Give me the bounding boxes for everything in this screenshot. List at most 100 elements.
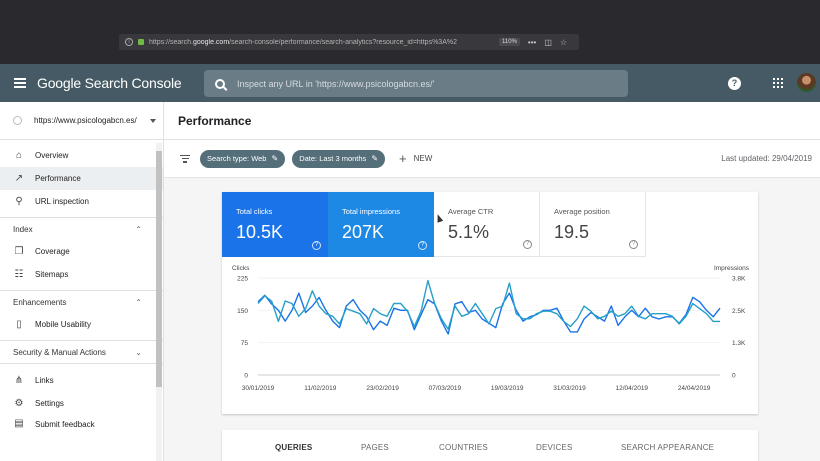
apps-grid-icon[interactable] bbox=[773, 78, 783, 88]
metric-value: 19.5 bbox=[554, 222, 590, 242]
help-icon[interactable]: ? bbox=[523, 240, 532, 249]
sidebar-item-sitemaps[interactable]: ☷ Sitemaps bbox=[0, 263, 163, 286]
new-label: NEW bbox=[413, 154, 433, 163]
trend-icon: ↗ bbox=[14, 172, 24, 184]
chip-label: Search type: Web bbox=[207, 154, 267, 163]
zoom-level[interactable]: 110% bbox=[499, 38, 520, 46]
tab-devices[interactable]: DEVICES bbox=[536, 443, 573, 452]
metric-label: Total impressions bbox=[342, 207, 400, 216]
feedback-icon: ▤ bbox=[14, 418, 24, 429]
sidebar-scrollbar[interactable] bbox=[156, 143, 162, 461]
metric-value: 10.5K bbox=[236, 222, 284, 242]
y-tick-right: 3.8K bbox=[732, 276, 746, 283]
performance-chart-card: Total clicks 10.5K ? Total impressions 2… bbox=[222, 192, 758, 414]
property-url: https://www.psicologabcn.es/ bbox=[34, 116, 137, 125]
y-tick-right: 0 bbox=[732, 373, 736, 380]
home-icon: ⌂ bbox=[15, 149, 23, 161]
copy-icon: ❐ bbox=[14, 245, 24, 257]
chevron-up-icon: ⌃ bbox=[135, 224, 142, 234]
x-tick-label: 31/03/2019 bbox=[553, 385, 586, 392]
bookmark-star-icon[interactable]: ☆ bbox=[560, 38, 567, 47]
browser-toolbar: i https://search.google.com/search-conso… bbox=[0, 0, 820, 64]
help-icon[interactable]: ? bbox=[629, 240, 638, 249]
plus-icon: + bbox=[399, 151, 407, 166]
tab-countries[interactable]: COUNTRIES bbox=[439, 443, 488, 452]
filter-icon[interactable] bbox=[180, 154, 190, 163]
chevron-down-icon: ⌄ bbox=[135, 347, 142, 357]
more-actions-icon[interactable]: ••• bbox=[528, 38, 536, 47]
search-icon: ⚲ bbox=[15, 195, 23, 207]
help-icon[interactable]: ? bbox=[728, 77, 741, 90]
series-line-1 bbox=[257, 279, 720, 330]
property-selector[interactable]: https://www.psicologabcn.es/ bbox=[0, 102, 163, 140]
tab-pages[interactable]: PAGES bbox=[361, 443, 389, 452]
search-icon bbox=[215, 78, 225, 89]
search-type-chip[interactable]: Search type: Web ✎ bbox=[200, 149, 286, 168]
sidebar-item-mobile-usability[interactable]: ▯ Mobile Usability bbox=[0, 313, 163, 336]
tab-search-appearance[interactable]: SEARCH APPEARANCE bbox=[621, 443, 714, 452]
y-axis-left-title: Clicks bbox=[232, 265, 250, 272]
edit-icon: ✎ bbox=[271, 154, 279, 163]
metric-average-ctr[interactable]: Average CTR 5.1% ? bbox=[434, 192, 540, 257]
sidebar: https://www.psicologabcn.es/ ⌂ Overview … bbox=[0, 102, 164, 461]
url-text[interactable]: https://search.google.com/search-console… bbox=[149, 39, 469, 46]
search-input[interactable]: Inspect any URL in 'https://www.psicolog… bbox=[237, 79, 434, 89]
site-favicon-icon bbox=[13, 116, 22, 125]
metric-total-impressions[interactable]: Total impressions 207K ? bbox=[328, 192, 434, 257]
avatar[interactable] bbox=[797, 73, 816, 92]
lock-icon bbox=[138, 39, 144, 45]
menu-icon[interactable] bbox=[14, 78, 26, 88]
sidebar-item-label: Performance bbox=[35, 174, 81, 183]
section-label: Index bbox=[13, 224, 33, 234]
metric-label: Total clicks bbox=[236, 207, 273, 216]
metric-total-clicks[interactable]: Total clicks 10.5K ? bbox=[222, 192, 328, 257]
x-tick-label: 11/02/2019 bbox=[304, 385, 336, 392]
sidebar-item-label: Mobile Usability bbox=[35, 320, 92, 329]
phone-icon: ▯ bbox=[16, 318, 22, 330]
sidebar-item-links[interactable]: ⋔ Links bbox=[0, 369, 163, 392]
app-header: Google Search Console Inspect any URL in… bbox=[0, 64, 820, 102]
sidebar-item-coverage[interactable]: ❐ Coverage bbox=[0, 240, 163, 263]
sidebar-item-feedback[interactable]: ▤ Submit feedback bbox=[0, 415, 163, 430]
page-header: Performance bbox=[164, 102, 820, 140]
x-tick-label: 07/03/2019 bbox=[429, 385, 462, 392]
section-enhancements[interactable]: Enhancements ⌃ bbox=[0, 290, 163, 313]
y-tick-left: 225 bbox=[237, 276, 248, 283]
sidebar-item-label: URL inspection bbox=[35, 197, 89, 206]
sidebar-item-label: Sitemaps bbox=[35, 270, 69, 279]
app-logo[interactable]: Google Search Console bbox=[37, 75, 182, 91]
x-tick-label: 12/04/2019 bbox=[616, 385, 649, 392]
sidebar-item-settings[interactable]: ⚙ Settings bbox=[0, 392, 163, 415]
sidebar-item-label: Overview bbox=[35, 151, 69, 160]
edit-icon: ✎ bbox=[371, 154, 379, 163]
chip-label: Date: Last 3 months bbox=[299, 154, 367, 163]
performance-line-chart[interactable]: Clicks Impressions 225 3.8K 150 2.5K 75 1.3K 0 0 3… bbox=[222, 262, 758, 402]
sidebar-item-performance[interactable]: ↗ Performance bbox=[0, 167, 163, 190]
y-tick-left: 0 bbox=[244, 373, 248, 380]
help-icon[interactable]: ? bbox=[418, 241, 427, 250]
date-chip[interactable]: Date: Last 3 months ✎ bbox=[292, 149, 386, 168]
info-icon[interactable]: i bbox=[125, 38, 133, 46]
chevron-down-icon bbox=[149, 118, 156, 123]
y-axis-right-title: Impressions bbox=[714, 265, 750, 272]
metric-label: Average CTR bbox=[448, 207, 494, 216]
tab-queries[interactable]: QUERIES bbox=[275, 443, 312, 452]
main-content: Performance Search type: Web ✎ Date: Last… bbox=[164, 102, 820, 461]
metric-average-position[interactable]: Average position 19.5 ? bbox=[540, 192, 646, 257]
help-icon[interactable]: ? bbox=[312, 241, 321, 250]
section-label: Security & Manual Actions bbox=[13, 347, 106, 357]
new-filter-button[interactable]: + NEW bbox=[399, 151, 432, 166]
sidebar-item-label: Settings bbox=[35, 399, 64, 408]
sidebar-item-label: Submit feedback bbox=[35, 420, 95, 429]
sidebar-item-url-inspection[interactable]: ⚲ URL inspection bbox=[0, 190, 163, 213]
y-tick-left: 75 bbox=[241, 340, 249, 347]
pocket-icon[interactable]: ◫ bbox=[544, 38, 552, 47]
sidebar-item-overview[interactable]: ⌂ Overview bbox=[0, 144, 163, 167]
gear-icon: ⚙ bbox=[14, 397, 24, 409]
y-tick-right: 1.3K bbox=[732, 340, 746, 347]
section-security[interactable]: Security & Manual Actions ⌄ bbox=[0, 340, 163, 363]
section-label: Enhancements bbox=[13, 297, 67, 307]
address-bar[interactable]: i https://search.google.com/search-conso… bbox=[119, 34, 579, 50]
section-index[interactable]: Index ⌃ bbox=[0, 217, 163, 240]
url-inspect-search[interactable]: Inspect any URL in 'https://www.psicolog… bbox=[204, 70, 628, 97]
